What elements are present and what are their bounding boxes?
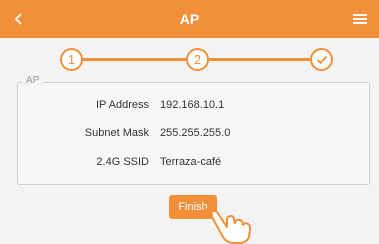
ssid-label: 2.4G SSID: [96, 156, 149, 168]
ip-address-label: IP Address: [96, 99, 149, 111]
step-2-indicator: 2: [186, 48, 209, 71]
ip-address-value: 192.168.10.1: [160, 99, 225, 111]
subnet-mask-label: Subnet Mask: [84, 127, 149, 139]
ssid-row: 2.4G SSID Terraza-café: [18, 156, 371, 172]
page-title: AP: [179, 11, 200, 27]
step-3-indicator: [310, 48, 333, 71]
check-icon: [316, 55, 327, 64]
panel-legend: AP: [22, 75, 44, 86]
ap-info-panel: IP Address 192.168.10.1 Subnet Mask 255.…: [17, 82, 370, 185]
step-connector: [209, 58, 310, 61]
ssid-value: Terraza-café: [160, 156, 222, 168]
top-bar: AP: [0, 0, 379, 38]
hamburger-menu-icon: [353, 14, 367, 24]
setup-stepper: 1 2: [60, 44, 333, 74]
subnet-mask-value: 255.255.255.0: [160, 127, 231, 139]
menu-button[interactable]: [347, 6, 373, 32]
hand-pointer-icon: [205, 205, 252, 244]
ip-address-row: IP Address 192.168.10.1: [18, 99, 371, 115]
step-1-indicator: 1: [60, 48, 83, 71]
subnet-mask-row: Subnet Mask 255.255.255.0: [18, 127, 371, 143]
step-connector: [83, 58, 186, 61]
